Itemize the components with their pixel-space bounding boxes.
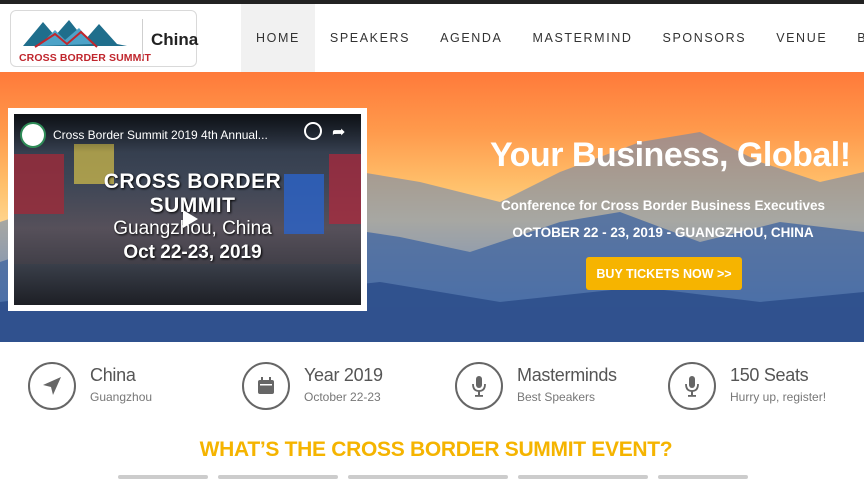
microphone-icon xyxy=(668,362,716,410)
main-nav: HOME SPEAKERS AGENDA MASTERMIND SPONSORS… xyxy=(241,4,864,72)
cut-off-text-line xyxy=(518,475,648,479)
info-title: Year 2019 xyxy=(304,365,383,385)
section-heading: WHAT’S THE CROSS BORDER SUMMIT EVENT? xyxy=(199,438,673,461)
info-title: China xyxy=(90,365,136,385)
nav-item-speakers[interactable]: SPEAKERS xyxy=(315,4,425,72)
event-info-strip: China Guangzhou Year 2019 October 22-23 … xyxy=(8,342,864,483)
cut-off-text-line xyxy=(118,475,208,479)
nav-item-venue[interactable]: VENUE xyxy=(761,4,842,72)
hero-banner: Cross Border Summit 2019 4th Annual... ➦… xyxy=(0,72,864,342)
watch-later-icon[interactable] xyxy=(304,122,322,140)
video-thumbnail[interactable]: Cross Border Summit 2019 4th Annual... ➦… xyxy=(14,114,361,305)
cut-off-text-line xyxy=(658,475,748,479)
share-icon[interactable]: ➦ xyxy=(332,122,345,142)
video-headline-1: CROSS BORDER xyxy=(103,170,282,193)
logo-divider xyxy=(142,19,143,59)
cut-off-text-line xyxy=(218,475,338,479)
info-subtitle: Best Speakers xyxy=(517,390,596,404)
logo-wordmark: CROSS BORDER SUMMIT xyxy=(19,52,151,64)
video-title[interactable]: Cross Border Summit 2019 4th Annual... xyxy=(53,128,268,142)
mountain-logo-icon xyxy=(23,20,127,48)
play-icon[interactable] xyxy=(178,208,200,230)
video-embed[interactable]: Cross Border Summit 2019 4th Annual... ➦… xyxy=(8,108,367,311)
microphone-icon xyxy=(455,362,503,410)
hero-subtitle: Conference for Cross Border Business Exe… xyxy=(500,198,826,213)
nav-item-buy[interactable]: BUY xyxy=(842,4,864,72)
site-header: CROSS BORDER SUMMIT China HOME SPEAKERS … xyxy=(0,4,864,72)
video-headline-4: Oct 22-23, 2019 xyxy=(123,242,262,263)
nav-item-mastermind[interactable]: MASTERMIND xyxy=(518,4,648,72)
nav-item-sponsors[interactable]: SPONSORS xyxy=(648,4,762,72)
location-arrow-icon xyxy=(28,362,76,410)
nav-item-agenda[interactable]: AGENDA xyxy=(425,4,517,72)
info-subtitle: Hurry up, register! xyxy=(730,390,827,404)
hero-date: OCTOBER 22 - 23, 2019 - GUANGZHOU, CHINA xyxy=(512,225,814,240)
nav-item-home[interactable]: HOME xyxy=(241,4,315,72)
calendar-icon xyxy=(242,362,290,410)
info-title: 150 Seats xyxy=(730,365,809,385)
logo-city-label: China xyxy=(151,30,199,49)
channel-avatar[interactable] xyxy=(20,122,46,148)
info-subtitle: October 22-23 xyxy=(304,390,381,404)
hero-title: Your Business, Global! xyxy=(490,136,851,174)
cut-off-text-line xyxy=(348,475,508,479)
site-logo[interactable]: CROSS BORDER SUMMIT China xyxy=(10,10,199,67)
buy-tickets-button[interactable]: BUY TICKETS NOW >> xyxy=(586,257,742,290)
info-title: Masterminds xyxy=(517,365,617,385)
street-crowd xyxy=(14,264,361,305)
info-subtitle: Guangzhou xyxy=(90,390,153,404)
